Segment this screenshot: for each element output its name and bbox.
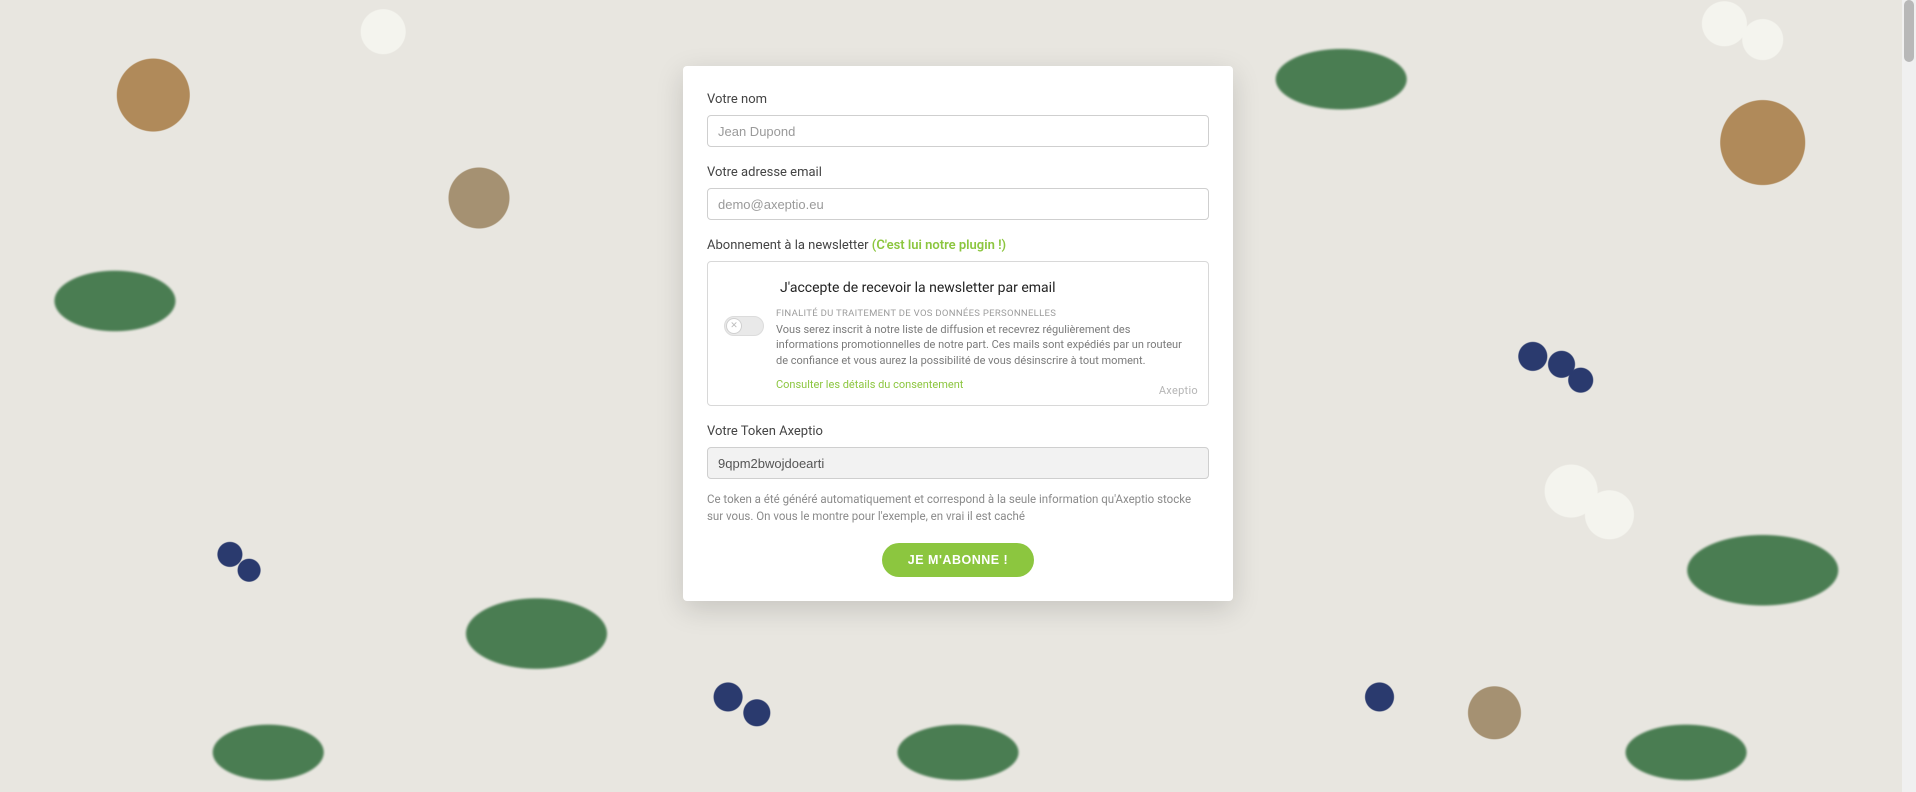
name-input[interactable] <box>707 115 1209 147</box>
newsletter-label-highlight: (C'est lui notre plugin !) <box>872 238 1006 253</box>
consent-details-link[interactable]: Consulter les détails du consentement <box>776 378 963 391</box>
token-input[interactable] <box>707 447 1209 479</box>
consent-title: J'accepte de recevoir la newsletter par … <box>780 280 1192 296</box>
subscribe-form-card: Votre nom Votre adresse email Abonnement… <box>683 66 1233 601</box>
token-helper-text: Ce token a été généré automatiquement et… <box>707 491 1209 524</box>
page-scrollbar[interactable] <box>1902 0 1916 792</box>
token-label: Votre Token Axeptio <box>707 424 1209 439</box>
email-input[interactable] <box>707 188 1209 220</box>
subscribe-button[interactable]: JE M'ABONNE ! <box>882 543 1034 577</box>
email-label: Votre adresse email <box>707 165 1209 180</box>
name-label: Votre nom <box>707 92 1209 107</box>
consent-toggle[interactable]: ✕ <box>724 316 764 336</box>
email-field: Votre adresse email <box>707 165 1209 220</box>
newsletter-label: Abonnement à la newsletter (C'est lui no… <box>707 238 1209 253</box>
name-field: Votre nom <box>707 92 1209 147</box>
newsletter-field: Abonnement à la newsletter (C'est lui no… <box>707 238 1209 406</box>
consent-box: J'accepte de recevoir la newsletter par … <box>707 261 1209 406</box>
consent-meta: FINALITÉ DU TRAITEMENT DE VOS DONNÉES PE… <box>776 308 1192 319</box>
toggle-off-icon: ✕ <box>726 318 742 334</box>
consent-body: FINALITÉ DU TRAITEMENT DE VOS DONNÉES PE… <box>776 308 1192 391</box>
axeptio-brand: Axeptio <box>1159 384 1198 397</box>
consent-description: Vous serez inscrit à notre liste de diff… <box>776 322 1192 368</box>
token-field: Votre Token Axeptio <box>707 424 1209 479</box>
newsletter-label-text: Abonnement à la newsletter <box>707 238 869 253</box>
scrollbar-thumb[interactable] <box>1904 0 1914 62</box>
